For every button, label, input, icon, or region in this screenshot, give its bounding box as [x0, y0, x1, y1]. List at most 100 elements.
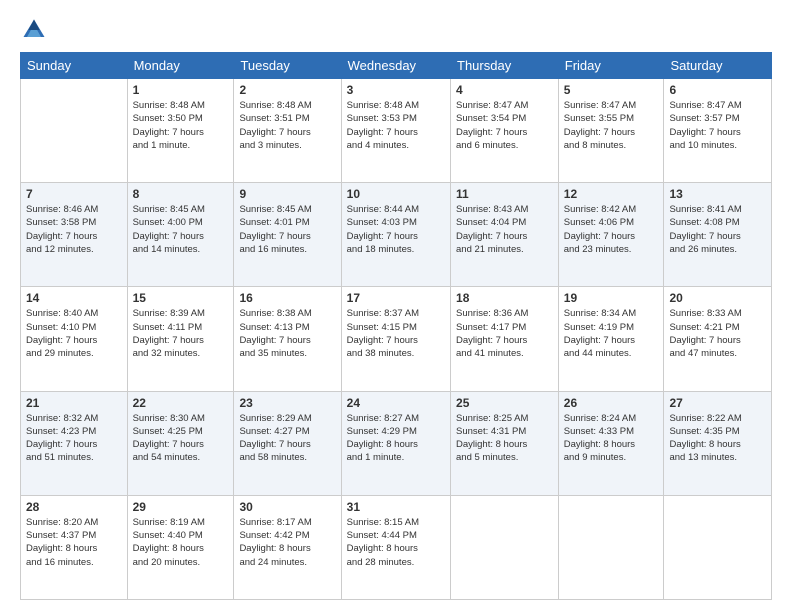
calendar-week-row: 7 Sunrise: 8:46 AM Sunset: 3:58 PM Daylig… — [21, 183, 772, 287]
calendar-cell: 18 Sunrise: 8:36 AM Sunset: 4:17 PM Dayli… — [451, 287, 559, 391]
calendar-cell: 6 Sunrise: 8:47 AM Sunset: 3:57 PM Daylig… — [664, 79, 772, 183]
calendar-cell: 11 Sunrise: 8:43 AM Sunset: 4:04 PM Dayli… — [451, 183, 559, 287]
day-info: Sunrise: 8:46 AM Sunset: 3:58 PM Dayligh… — [26, 203, 122, 256]
day-info: Sunrise: 8:44 AM Sunset: 4:03 PM Dayligh… — [347, 203, 445, 256]
page: SundayMondayTuesdayWednesdayThursdayFrid… — [0, 0, 792, 612]
day-info: Sunrise: 8:42 AM Sunset: 4:06 PM Dayligh… — [564, 203, 659, 256]
calendar-cell: 7 Sunrise: 8:46 AM Sunset: 3:58 PM Daylig… — [21, 183, 128, 287]
day-number: 10 — [347, 187, 445, 201]
day-number: 11 — [456, 187, 553, 201]
day-number: 29 — [133, 500, 229, 514]
day-number: 1 — [133, 83, 229, 97]
day-info: Sunrise: 8:37 AM Sunset: 4:15 PM Dayligh… — [347, 307, 445, 360]
weekday-row: SundayMondayTuesdayWednesdayThursdayFrid… — [21, 53, 772, 79]
day-number: 23 — [239, 396, 335, 410]
day-info: Sunrise: 8:43 AM Sunset: 4:04 PM Dayligh… — [456, 203, 553, 256]
calendar-cell: 4 Sunrise: 8:47 AM Sunset: 3:54 PM Daylig… — [451, 79, 559, 183]
day-number: 27 — [669, 396, 766, 410]
calendar-cell: 8 Sunrise: 8:45 AM Sunset: 4:00 PM Daylig… — [127, 183, 234, 287]
day-info: Sunrise: 8:40 AM Sunset: 4:10 PM Dayligh… — [26, 307, 122, 360]
day-number: 12 — [564, 187, 659, 201]
calendar-cell — [451, 495, 559, 599]
calendar-cell — [21, 79, 128, 183]
calendar-cell: 2Sunrise: 8:48 AM Sunset: 3:51 PM Daylig… — [234, 79, 341, 183]
day-number: 14 — [26, 291, 122, 305]
day-number: 5 — [564, 83, 659, 97]
day-number: 25 — [456, 396, 553, 410]
weekday-header-monday: Monday — [127, 53, 234, 79]
day-info: Sunrise: 8:20 AM Sunset: 4:37 PM Dayligh… — [26, 516, 122, 569]
weekday-header-tuesday: Tuesday — [234, 53, 341, 79]
day-number: 6 — [669, 83, 766, 97]
calendar-cell: 10 Sunrise: 8:44 AM Sunset: 4:03 PM Dayli… — [341, 183, 450, 287]
day-info: Sunrise: 8:47 AM Sunset: 3:54 PM Dayligh… — [456, 99, 553, 152]
weekday-header-saturday: Saturday — [664, 53, 772, 79]
calendar-cell: 25 Sunrise: 8:25 AM Sunset: 4:31 PM Dayli… — [451, 391, 559, 495]
day-number: 22 — [133, 396, 229, 410]
day-number: 18 — [456, 291, 553, 305]
day-info: Sunrise: 8:38 AM Sunset: 4:13 PM Dayligh… — [239, 307, 335, 360]
day-info: Sunrise: 8:19 AM Sunset: 4:40 PM Dayligh… — [133, 516, 229, 569]
calendar-table: SundayMondayTuesdayWednesdayThursdayFrid… — [20, 52, 772, 600]
day-number: 31 — [347, 500, 445, 514]
day-info: Sunrise: 8:27 AM Sunset: 4:29 PM Dayligh… — [347, 412, 445, 465]
day-number: 28 — [26, 500, 122, 514]
calendar-cell — [664, 495, 772, 599]
calendar-cell: 28 Sunrise: 8:20 AM Sunset: 4:37 PM Dayli… — [21, 495, 128, 599]
day-info: Sunrise: 8:47 AM Sunset: 3:57 PM Dayligh… — [669, 99, 766, 152]
day-number: 17 — [347, 291, 445, 305]
calendar-cell: 14 Sunrise: 8:40 AM Sunset: 4:10 PM Dayli… — [21, 287, 128, 391]
day-info: Sunrise: 8:48 AM Sunset: 3:53 PM Dayligh… — [347, 99, 445, 152]
calendar-cell: 31Sunrise: 8:15 AM Sunset: 4:44 PM Dayli… — [341, 495, 450, 599]
calendar-cell: 22 Sunrise: 8:30 AM Sunset: 4:25 PM Dayli… — [127, 391, 234, 495]
calendar-cell: 21Sunrise: 8:32 AM Sunset: 4:23 PM Dayli… — [21, 391, 128, 495]
calendar-cell: 16 Sunrise: 8:38 AM Sunset: 4:13 PM Dayli… — [234, 287, 341, 391]
day-number: 26 — [564, 396, 659, 410]
day-info: Sunrise: 8:17 AM Sunset: 4:42 PM Dayligh… — [239, 516, 335, 569]
day-number: 4 — [456, 83, 553, 97]
weekday-header-thursday: Thursday — [451, 53, 559, 79]
day-number: 8 — [133, 187, 229, 201]
calendar-week-row: 14 Sunrise: 8:40 AM Sunset: 4:10 PM Dayli… — [21, 287, 772, 391]
day-number: 3 — [347, 83, 445, 97]
day-info: Sunrise: 8:34 AM Sunset: 4:19 PM Dayligh… — [564, 307, 659, 360]
day-info: Sunrise: 8:22 AM Sunset: 4:35 PM Dayligh… — [669, 412, 766, 465]
day-info: Sunrise: 8:45 AM Sunset: 4:00 PM Dayligh… — [133, 203, 229, 256]
day-info: Sunrise: 8:48 AM Sunset: 3:50 PM Dayligh… — [133, 99, 229, 152]
header — [20, 16, 772, 44]
day-number: 20 — [669, 291, 766, 305]
day-info: Sunrise: 8:36 AM Sunset: 4:17 PM Dayligh… — [456, 307, 553, 360]
day-info: Sunrise: 8:29 AM Sunset: 4:27 PM Dayligh… — [239, 412, 335, 465]
day-info: Sunrise: 8:32 AM Sunset: 4:23 PM Dayligh… — [26, 412, 122, 465]
calendar-cell: 24 Sunrise: 8:27 AM Sunset: 4:29 PM Dayli… — [341, 391, 450, 495]
calendar-cell: 29 Sunrise: 8:19 AM Sunset: 4:40 PM Dayli… — [127, 495, 234, 599]
day-number: 19 — [564, 291, 659, 305]
calendar-cell: 15Sunrise: 8:39 AM Sunset: 4:11 PM Dayli… — [127, 287, 234, 391]
day-info: Sunrise: 8:47 AM Sunset: 3:55 PM Dayligh… — [564, 99, 659, 152]
day-number: 24 — [347, 396, 445, 410]
day-info: Sunrise: 8:33 AM Sunset: 4:21 PM Dayligh… — [669, 307, 766, 360]
calendar-cell: 17 Sunrise: 8:37 AM Sunset: 4:15 PM Dayli… — [341, 287, 450, 391]
calendar-week-row: 28 Sunrise: 8:20 AM Sunset: 4:37 PM Dayli… — [21, 495, 772, 599]
calendar-header: SundayMondayTuesdayWednesdayThursdayFrid… — [21, 53, 772, 79]
day-info: Sunrise: 8:30 AM Sunset: 4:25 PM Dayligh… — [133, 412, 229, 465]
day-number: 30 — [239, 500, 335, 514]
calendar-cell: 20 Sunrise: 8:33 AM Sunset: 4:21 PM Dayli… — [664, 287, 772, 391]
day-number: 2 — [239, 83, 335, 97]
day-number: 7 — [26, 187, 122, 201]
weekday-header-sunday: Sunday — [21, 53, 128, 79]
calendar-cell: 26Sunrise: 8:24 AM Sunset: 4:33 PM Dayli… — [558, 391, 664, 495]
day-number: 16 — [239, 291, 335, 305]
day-info: Sunrise: 8:41 AM Sunset: 4:08 PM Dayligh… — [669, 203, 766, 256]
calendar-cell: 3 Sunrise: 8:48 AM Sunset: 3:53 PM Daylig… — [341, 79, 450, 183]
calendar-cell: 27 Sunrise: 8:22 AM Sunset: 4:35 PM Dayli… — [664, 391, 772, 495]
calendar-cell: 12 Sunrise: 8:42 AM Sunset: 4:06 PM Dayli… — [558, 183, 664, 287]
day-number: 15 — [133, 291, 229, 305]
logo — [20, 16, 50, 44]
calendar-cell: 13 Sunrise: 8:41 AM Sunset: 4:08 PM Dayli… — [664, 183, 772, 287]
calendar-cell: 9Sunrise: 8:45 AM Sunset: 4:01 PM Daylig… — [234, 183, 341, 287]
calendar-cell: 1 Sunrise: 8:48 AM Sunset: 3:50 PM Daylig… — [127, 79, 234, 183]
day-number: 13 — [669, 187, 766, 201]
day-info: Sunrise: 8:45 AM Sunset: 4:01 PM Dayligh… — [239, 203, 335, 256]
day-info: Sunrise: 8:25 AM Sunset: 4:31 PM Dayligh… — [456, 412, 553, 465]
